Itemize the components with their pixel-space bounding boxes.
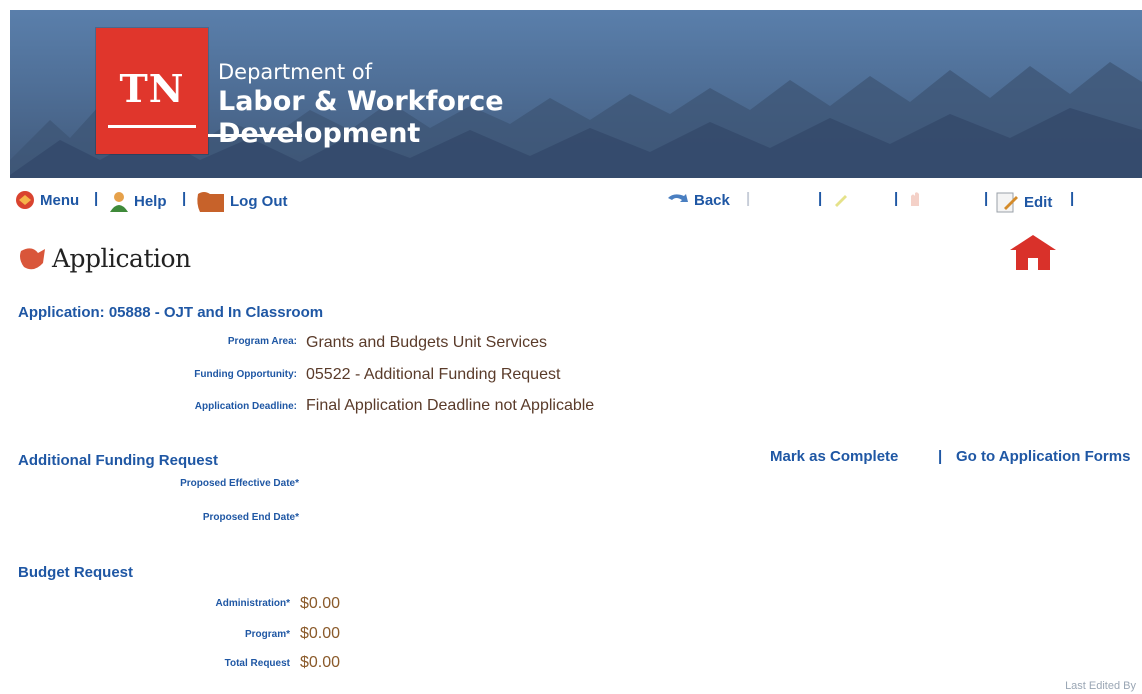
link-separator: |	[938, 448, 943, 465]
back-label: Back	[694, 191, 730, 209]
tn-logo: TN	[96, 28, 208, 154]
logout-label: Log Out	[230, 192, 288, 210]
program-area-value: Grants and Budgets Unit Services	[306, 334, 548, 351]
logo-text: TN	[119, 66, 185, 111]
home-button[interactable]	[1004, 232, 1062, 279]
application-icon	[20, 247, 45, 269]
help-icon	[110, 192, 128, 212]
funding-opportunity-label: Funding Opportunity:	[194, 369, 297, 380]
pencil-faded-icon	[835, 195, 847, 207]
proposed-end-date-label: Proposed End Date*	[202, 512, 299, 523]
page-title: Application	[52, 244, 191, 273]
edit-document-icon	[996, 192, 1018, 213]
toolbar: Menu | Help | Log Out Back | | | | Edit …	[10, 186, 1142, 214]
application-deadline-label: Application Deadline:	[194, 401, 297, 412]
help-button[interactable]: Help	[108, 190, 167, 212]
toolbar-separator: |	[818, 190, 823, 207]
menu-button[interactable]: Menu	[14, 190, 79, 210]
last-edited-note: Last Edited By	[1065, 680, 1136, 692]
disabled-action-2-button[interactable]	[906, 190, 924, 208]
edit-label: Edit	[1024, 193, 1053, 211]
dept-line2: Labor & Workforce	[218, 86, 504, 117]
program-area-label: Program Area:	[227, 336, 297, 347]
total-request-value: $0.00	[300, 654, 341, 671]
logout-button[interactable]: Log Out	[196, 190, 287, 212]
program-label: Program*	[244, 629, 290, 640]
edit-button[interactable]: Edit	[994, 190, 1052, 214]
back-button[interactable]: Back	[664, 190, 730, 210]
additional-funding-heading: Additional Funding Request	[18, 452, 218, 469]
toolbar-separator: |	[182, 190, 187, 207]
toolbar-separator: |	[746, 190, 751, 207]
mark-as-complete-link[interactable]: Mark as Complete	[770, 448, 898, 465]
funding-opportunity-value: 05522 - Additional Funding Request	[306, 366, 561, 383]
hand-faded-icon	[911, 192, 919, 206]
header-banner: TN Department of Labor & Workforce Devel…	[10, 10, 1142, 178]
administration-value: $0.00	[300, 595, 341, 612]
toolbar-separator: |	[984, 190, 989, 207]
menu-label: Menu	[40, 191, 80, 209]
program-value: $0.00	[300, 625, 341, 642]
logout-icon	[197, 192, 224, 212]
disabled-action-1-button[interactable]	[832, 190, 850, 208]
proposed-effective-date-label: Proposed Effective Date*	[180, 478, 299, 489]
home-icon	[1010, 235, 1056, 270]
dept-line1: Department of	[218, 60, 372, 84]
menu-icon	[16, 191, 34, 209]
application-deadline-value: Final Application Deadline not Applicabl…	[306, 397, 595, 414]
page-title-block: Application	[18, 244, 191, 273]
toolbar-separator: |	[1070, 190, 1075, 207]
help-label: Help	[134, 192, 167, 210]
toolbar-separator: |	[894, 190, 899, 207]
budget-request-heading: Budget Request	[18, 564, 134, 581]
back-arrow-icon	[668, 194, 688, 202]
toolbar-separator: |	[94, 190, 99, 207]
logo-rule	[108, 125, 196, 128]
go-to-application-forms-link[interactable]: Go to Application Forms	[956, 448, 1130, 465]
total-request-label: Total Request	[224, 658, 290, 669]
application-heading: Application: 05888 - OJT and In Classroo…	[18, 304, 324, 321]
dept-line3: Development	[218, 118, 421, 149]
administration-label: Administration*	[215, 598, 290, 609]
